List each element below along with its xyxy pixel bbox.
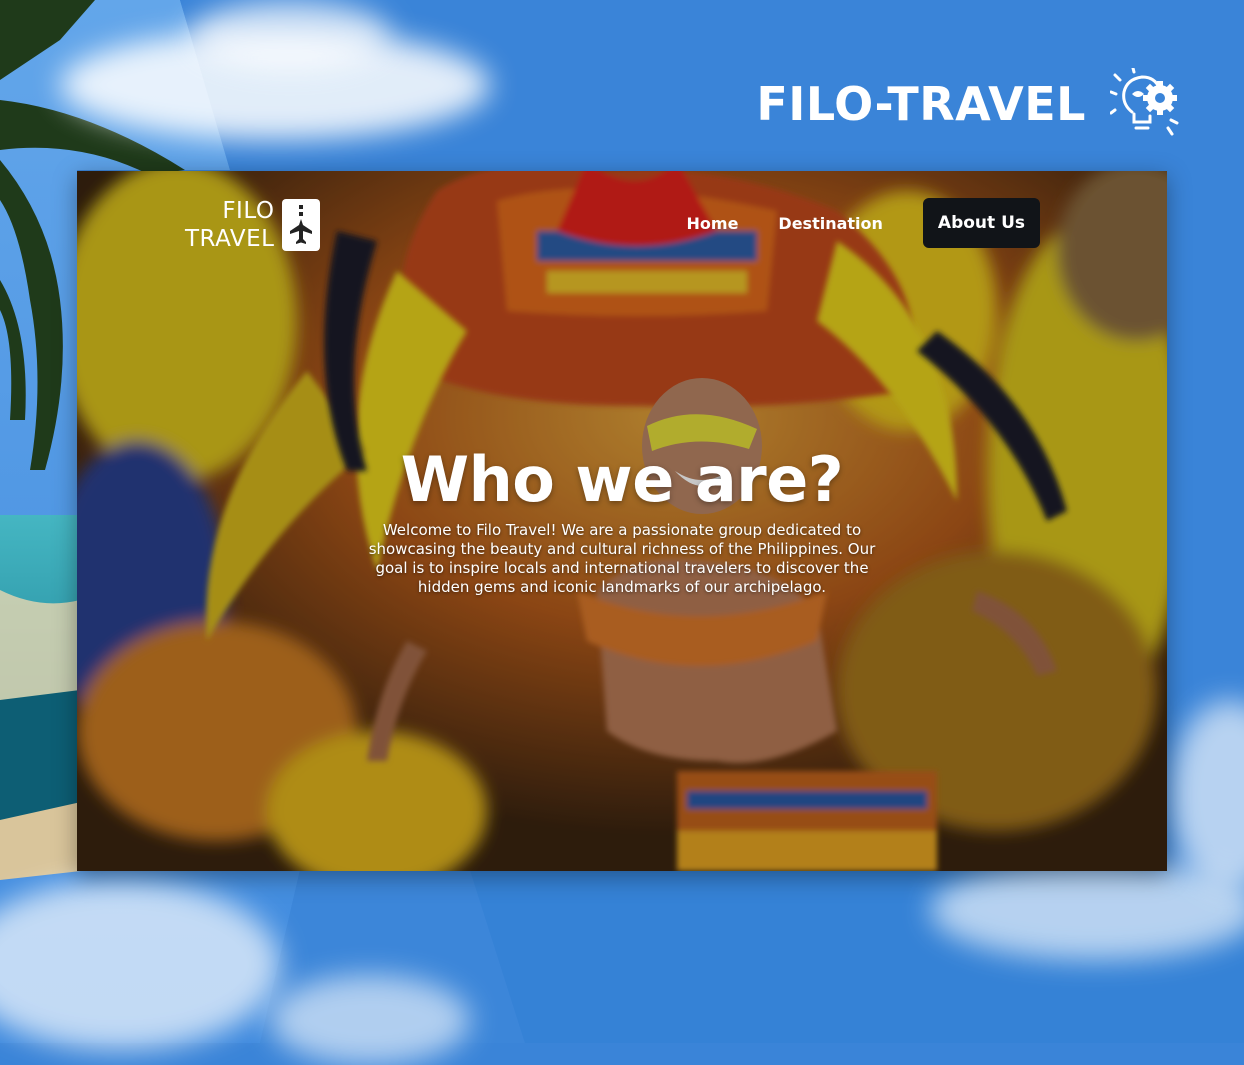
nav-destination-link[interactable]: Destination [778, 214, 883, 233]
website-mockup: FILO TRAVEL Home Destination About Us Wh… [77, 171, 1167, 871]
hero-title: Who we are? [400, 443, 844, 516]
hero-description: Welcome to Filo Travel! We are a passion… [368, 521, 876, 596]
main-nav: Home Destination About Us [687, 198, 1040, 248]
logo-line-1: FILO [222, 198, 275, 224]
lightbulb-gear-icon [1110, 68, 1179, 136]
site-logo[interactable]: FILO TRAVEL [185, 197, 321, 253]
cloud-top-left-2 [190, 0, 390, 70]
cloud-bottom-center [270, 975, 470, 1065]
airplane-icon [282, 199, 321, 251]
brand-title: FILO-TRAVEL [756, 77, 1086, 131]
site-logo-text: FILO TRAVEL [185, 197, 274, 253]
nav-home-link[interactable]: Home [687, 214, 739, 233]
nav-about-us-button[interactable]: About Us [922, 198, 1040, 248]
brand-header: FILO-TRAVEL [756, 66, 1182, 142]
logo-line-2: TRAVEL [185, 226, 275, 252]
